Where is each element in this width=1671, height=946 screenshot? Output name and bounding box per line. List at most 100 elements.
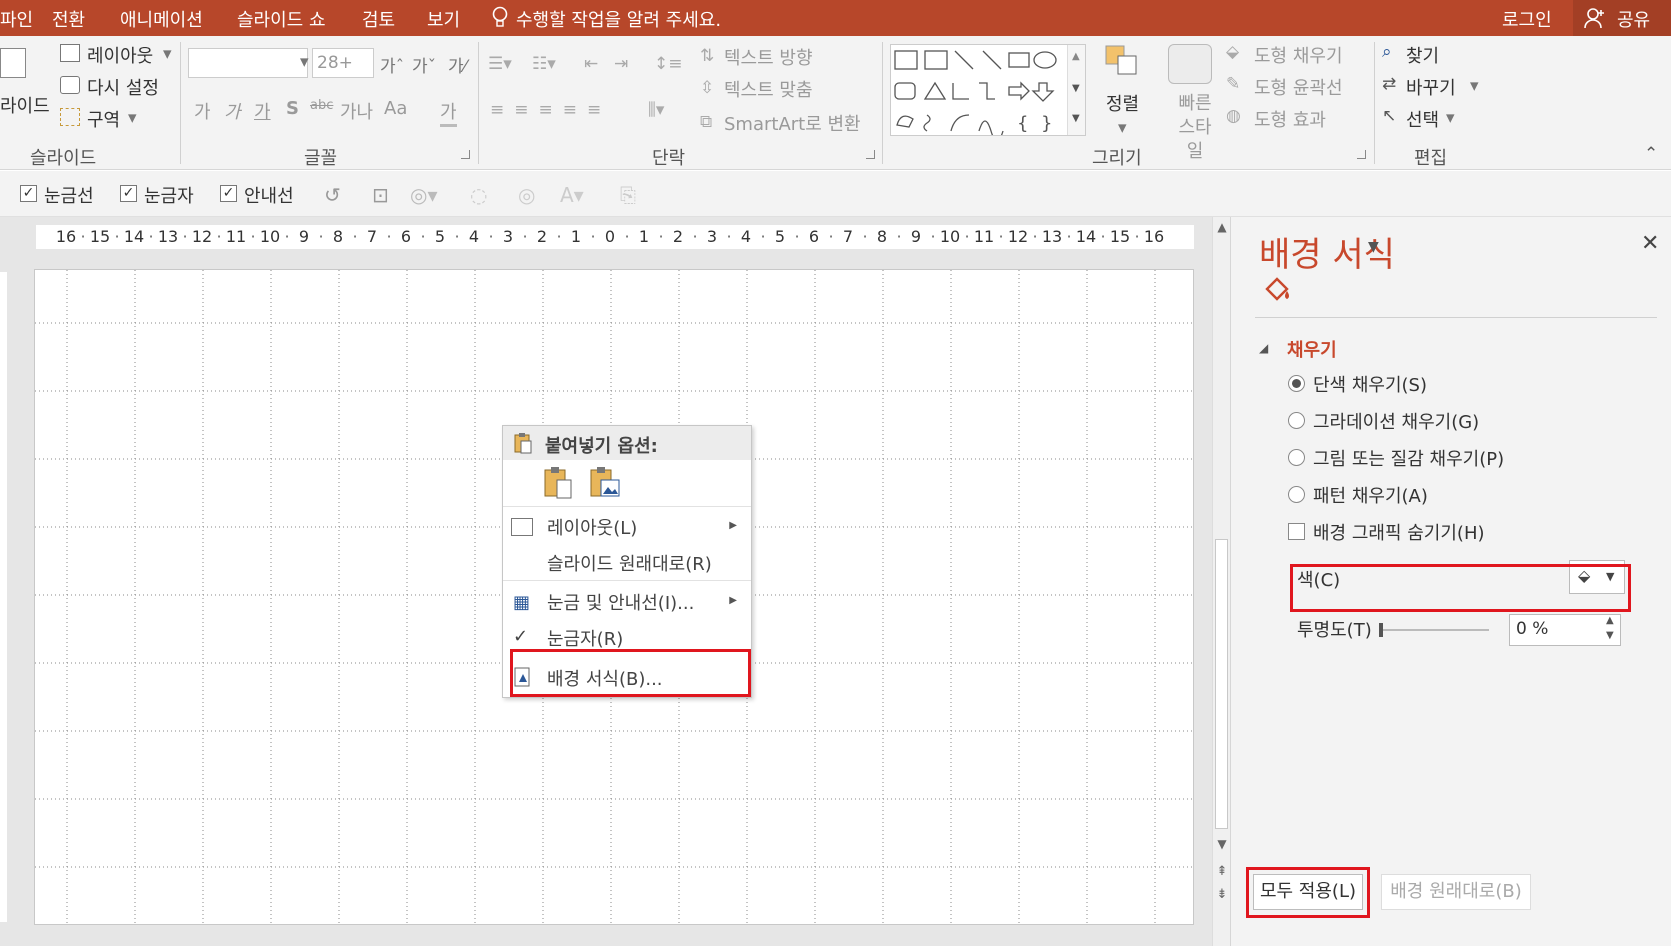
tab-view[interactable]: 보기 xyxy=(427,6,460,32)
spin-up-icon[interactable]: ▲ xyxy=(1606,615,1614,626)
option-solid-fill[interactable]: 단색 채우기(S) xyxy=(1313,371,1427,397)
columns-icon[interactable]: ⫼▾ xyxy=(648,100,664,120)
menu-item-grid-guides[interactable]: ▦ 눈금 및 안내선(I)... ▶ xyxy=(503,583,751,619)
shape-merge-icon[interactable]: ◎▾ xyxy=(410,183,438,207)
vertical-ruler[interactable] xyxy=(0,272,7,922)
collapse-ribbon-icon[interactable]: ⌃ xyxy=(1644,144,1658,164)
ruler-tick: 16 xyxy=(55,227,77,246)
change-case-button[interactable]: Aa xyxy=(384,98,407,119)
font-name-box[interactable] xyxy=(188,48,308,78)
shapes-gallery[interactable]: {} ▲ ▼ ▼ xyxy=(890,44,1086,142)
horizontal-ruler[interactable]: 16 · 15 · 14 · 13 · 12 · 11 · 10 · 9 · 8 · 7 · 6 · 5 · 4 · 3 · 2 · 1 · 0… xyxy=(36,225,1194,249)
font-size-box[interactable]: 28+ xyxy=(312,48,374,78)
ruler-checkbox[interactable]: ✓ xyxy=(120,185,137,202)
transparency-slider-track[interactable] xyxy=(1379,629,1489,631)
shape-effects-button[interactable]: 도형 효과 xyxy=(1254,106,1326,132)
intersect-icon[interactable]: ◎ xyxy=(518,183,535,207)
replace-button[interactable]: 바꾸기 xyxy=(1406,74,1456,100)
bullets-icon[interactable]: ☰▾ xyxy=(488,54,512,74)
guides-checkbox[interactable]: ✓ xyxy=(220,185,237,202)
refresh-icon[interactable]: ↺ xyxy=(324,183,341,207)
login-link[interactable]: 로그인 xyxy=(1502,6,1552,32)
paste-as-picture-icon[interactable] xyxy=(589,466,621,500)
text-effect-icon[interactable]: A▾ xyxy=(560,183,584,207)
circle-icon[interactable]: ◌ xyxy=(470,183,487,207)
vertical-scrollbar[interactable]: ▲ ▼ ⇞ ⇟ xyxy=(1212,217,1230,946)
radio-gradient-fill[interactable] xyxy=(1288,412,1305,429)
option-pattern-fill[interactable]: 패턴 채우기(A) xyxy=(1313,482,1428,508)
paste-keep-formatting-icon[interactable] xyxy=(543,466,575,500)
presenter-icon[interactable]: ⊡ xyxy=(372,183,389,207)
section-button[interactable]: 구역 xyxy=(87,106,120,132)
increase-indent-icon[interactable]: ⇥ xyxy=(614,54,628,74)
share-button[interactable]: 공유 xyxy=(1573,0,1671,36)
option-gradient-fill[interactable]: 그라데이션 채우기(G) xyxy=(1313,408,1479,434)
spin-down-icon[interactable]: ▼ xyxy=(1606,630,1614,641)
font-color-button[interactable]: 가 xyxy=(440,98,457,127)
shape-fill-button[interactable]: 도형 채우기 xyxy=(1254,42,1343,68)
tab-transitions[interactable]: 전환 xyxy=(52,6,85,32)
dialog-launcher-icon[interactable] xyxy=(866,150,875,159)
char-spacing-button[interactable]: 가나 xyxy=(340,98,373,124)
text-direction-icon: ⇅ xyxy=(700,46,715,66)
scroll-down-icon[interactable]: ▼ xyxy=(1213,834,1231,854)
strikethrough-icon[interactable]: abc xyxy=(310,98,333,113)
bold-button[interactable]: 가 xyxy=(194,98,211,124)
radio-solid-fill[interactable] xyxy=(1288,375,1305,392)
scroll-thumb[interactable] xyxy=(1215,539,1228,829)
align-icons[interactable]: ≡≡≡≡≡ xyxy=(490,100,611,120)
radio-picture-fill[interactable] xyxy=(1288,449,1305,466)
underline-button[interactable]: 가 xyxy=(254,98,271,124)
paint-bucket-icon[interactable] xyxy=(1261,273,1295,307)
hide-graphics-label[interactable]: 배경 그래픽 숨기기(H) xyxy=(1313,519,1485,545)
tell-me-search[interactable]: 수행할 작업을 알려 주세요. xyxy=(516,6,721,32)
layout-button[interactable]: 레이아웃 xyxy=(87,42,153,68)
new-slide-icon[interactable] xyxy=(0,48,26,78)
pane-options-icon[interactable]: ▼ xyxy=(1368,239,1379,255)
quick-styles-button[interactable]: 빠른 스타일 xyxy=(1172,92,1218,164)
radio-pattern-fill[interactable] xyxy=(1288,486,1305,503)
arrange-button[interactable]: 정렬 xyxy=(1106,90,1139,116)
hide-graphics-checkbox[interactable] xyxy=(1288,523,1305,540)
menu-item-reset-slide[interactable]: 슬라이드 원래대로(R) xyxy=(503,544,751,580)
text-direction-button[interactable]: 텍스트 방향 xyxy=(724,44,813,70)
shape-outline-button[interactable]: 도형 윤곽선 xyxy=(1254,74,1343,100)
format-painter-icon[interactable]: ⎘ xyxy=(620,183,636,207)
transparency-input[interactable]: 0 % ▲ ▼ xyxy=(1509,614,1621,646)
shapes-icon: {} xyxy=(894,50,1057,142)
line-spacing-icon[interactable]: ↕≡ xyxy=(654,54,683,74)
menu-item-layout[interactable]: 레이아웃(L) ▶ xyxy=(503,508,751,544)
separator xyxy=(180,42,181,164)
next-slide-icon[interactable]: ⇟ xyxy=(1213,885,1231,905)
previous-slide-icon[interactable]: ⇞ xyxy=(1213,862,1231,882)
dialog-launcher-icon[interactable] xyxy=(1357,150,1366,159)
clear-format-icon[interactable]: 가⁄ xyxy=(448,52,466,77)
convert-smartart-button[interactable]: SmartArt로 변환 xyxy=(724,110,861,136)
gallery-scroll[interactable]: ▲ ▼ ▼ xyxy=(1067,45,1085,135)
tab-slideshow[interactable]: 슬라이드 쇼 xyxy=(237,6,326,32)
align-text-button[interactable]: 텍스트 맞춤 xyxy=(724,76,813,102)
transparency-slider-thumb[interactable] xyxy=(1379,623,1383,637)
option-picture-fill[interactable]: 그림 또는 질감 채우기(P) xyxy=(1313,445,1504,471)
grow-font-icon[interactable]: 가ˆ xyxy=(380,52,404,77)
italic-button[interactable]: 가 xyxy=(224,98,241,124)
tab-design[interactable]: 파인 xyxy=(0,6,33,32)
numbering-icon[interactable]: ☷▾ xyxy=(532,54,556,74)
new-slide-label[interactable]: 라이드 xyxy=(0,92,50,118)
scroll-up-icon[interactable]: ▲ xyxy=(1213,217,1231,237)
dialog-launcher-icon[interactable] xyxy=(461,150,470,159)
fill-section-header[interactable]: 채우기 xyxy=(1287,336,1337,362)
tab-animations[interactable]: 애니메이션 xyxy=(120,6,203,32)
shadow-button[interactable]: S xyxy=(286,98,299,119)
select-button[interactable]: 선택 xyxy=(1406,106,1439,132)
reset-background-button[interactable]: 배경 원래대로(B) xyxy=(1381,874,1531,910)
collapse-section-icon[interactable]: ◢ xyxy=(1259,341,1268,355)
gridlines-checkbox[interactable]: ✓ xyxy=(20,185,37,202)
reset-button[interactable]: 다시 설정 xyxy=(87,74,159,100)
find-button[interactable]: 찾기 xyxy=(1406,42,1439,68)
tab-review[interactable]: 검토 xyxy=(362,6,395,32)
ruler-tick: 3 xyxy=(706,227,718,246)
shrink-font-icon[interactable]: 가ˇ xyxy=(412,52,436,77)
close-icon[interactable]: ✕ xyxy=(1641,231,1659,256)
decrease-indent-icon[interactable]: ⇤ xyxy=(584,54,598,74)
